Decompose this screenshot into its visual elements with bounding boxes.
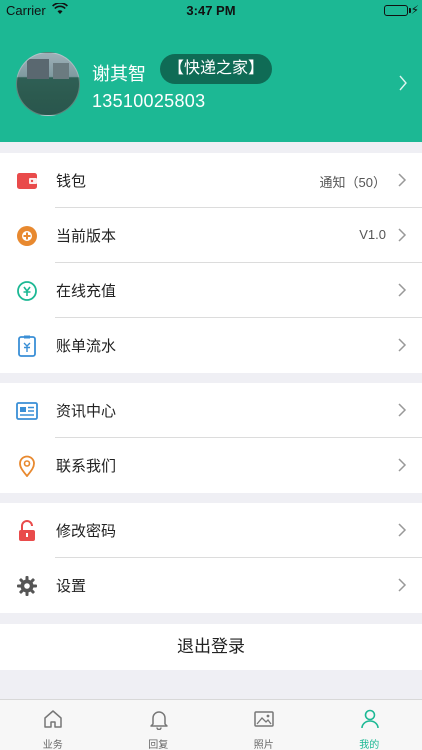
menu-item-label: 联系我们 [56,458,117,475]
chevron-right-icon [394,225,410,245]
image-icon [253,708,275,730]
menu-item-contact[interactable]: 联系我们 [0,438,422,493]
person-icon [359,708,381,730]
tab-reply[interactable]: 回复 [106,700,212,750]
tab-label: 回复 [148,740,169,750]
tab-business[interactable]: 业务 [0,700,106,750]
menu-item-label: 钱包 [56,173,87,190]
location-pin-icon [16,455,38,478]
battery-icon [384,5,411,16]
chevron-right-icon [394,280,410,300]
menu-item-recharge[interactable]: 在线充值 [0,263,422,318]
logout-button[interactable]: 退出登录 [0,624,422,670]
menu-item-label: 设置 [56,578,87,595]
notification-count: 通知（50） [319,175,386,190]
tab-photos[interactable]: 照片 [211,700,317,750]
menu-group-info: 资讯中心 联系我们 [0,383,422,493]
bill-icon [16,335,38,357]
menu-item-label: 资讯中心 [56,403,117,420]
home-icon [42,708,64,730]
tab-label: 照片 [253,740,274,750]
menu-item-label: 账单流水 [56,338,117,355]
menu-item-label: 修改密码 [56,523,117,540]
user-name: 谢其智 [92,64,146,84]
version-value: V1.0 [359,227,386,242]
wallet-icon [16,170,38,192]
menu-item-bill[interactable]: 账单流水 [0,318,422,373]
user-phone: 13510025803 [92,91,206,111]
bell-icon [148,708,170,731]
chevron-right-icon [394,520,410,540]
user-company-badge: 【快递之家】 [160,54,273,84]
menu-item-settings[interactable]: 设置 [0,558,422,613]
version-icon [16,225,38,247]
charging-icon: ⚡ [410,3,419,17]
chevron-right-icon [394,400,410,420]
tab-mine[interactable]: 我的 [317,700,422,750]
news-icon [16,400,38,422]
menu-item-news[interactable]: 资讯中心 [0,383,422,438]
chevron-right-icon[interactable] [398,74,408,97]
avatar[interactable] [16,52,80,116]
menu-item-label: 当前版本 [56,228,117,245]
chevron-right-icon [394,335,410,355]
menu-item-label: 在线充值 [56,283,117,300]
menu-group-account: 钱包 通知（50） 当前版本 V1.0 在线充值 账单流水 [0,153,422,373]
menu-item-change-password[interactable]: 修改密码 [0,503,422,558]
chevron-right-icon [394,170,410,190]
menu-group-settings: 修改密码 设置 [0,503,422,613]
tab-bar: 业务 回复 照片 我的 [0,699,422,750]
profile-header[interactable]: 谢其智 【快递之家】 13510025803 [0,22,422,142]
chevron-right-icon [394,455,410,475]
menu-item-version[interactable]: 当前版本 V1.0 [0,208,422,263]
gear-icon [16,575,38,597]
menu-item-wallet[interactable]: 钱包 通知（50） [0,153,422,208]
clock-time: 3:47 PM [186,3,236,18]
status-bar: Carrier 3:47 PM ⚡ [0,0,422,22]
chevron-right-icon [394,575,410,595]
tab-label: 我的 [359,740,380,750]
lock-icon [16,520,38,542]
recharge-icon [16,280,38,302]
tab-label: 业务 [42,740,63,750]
